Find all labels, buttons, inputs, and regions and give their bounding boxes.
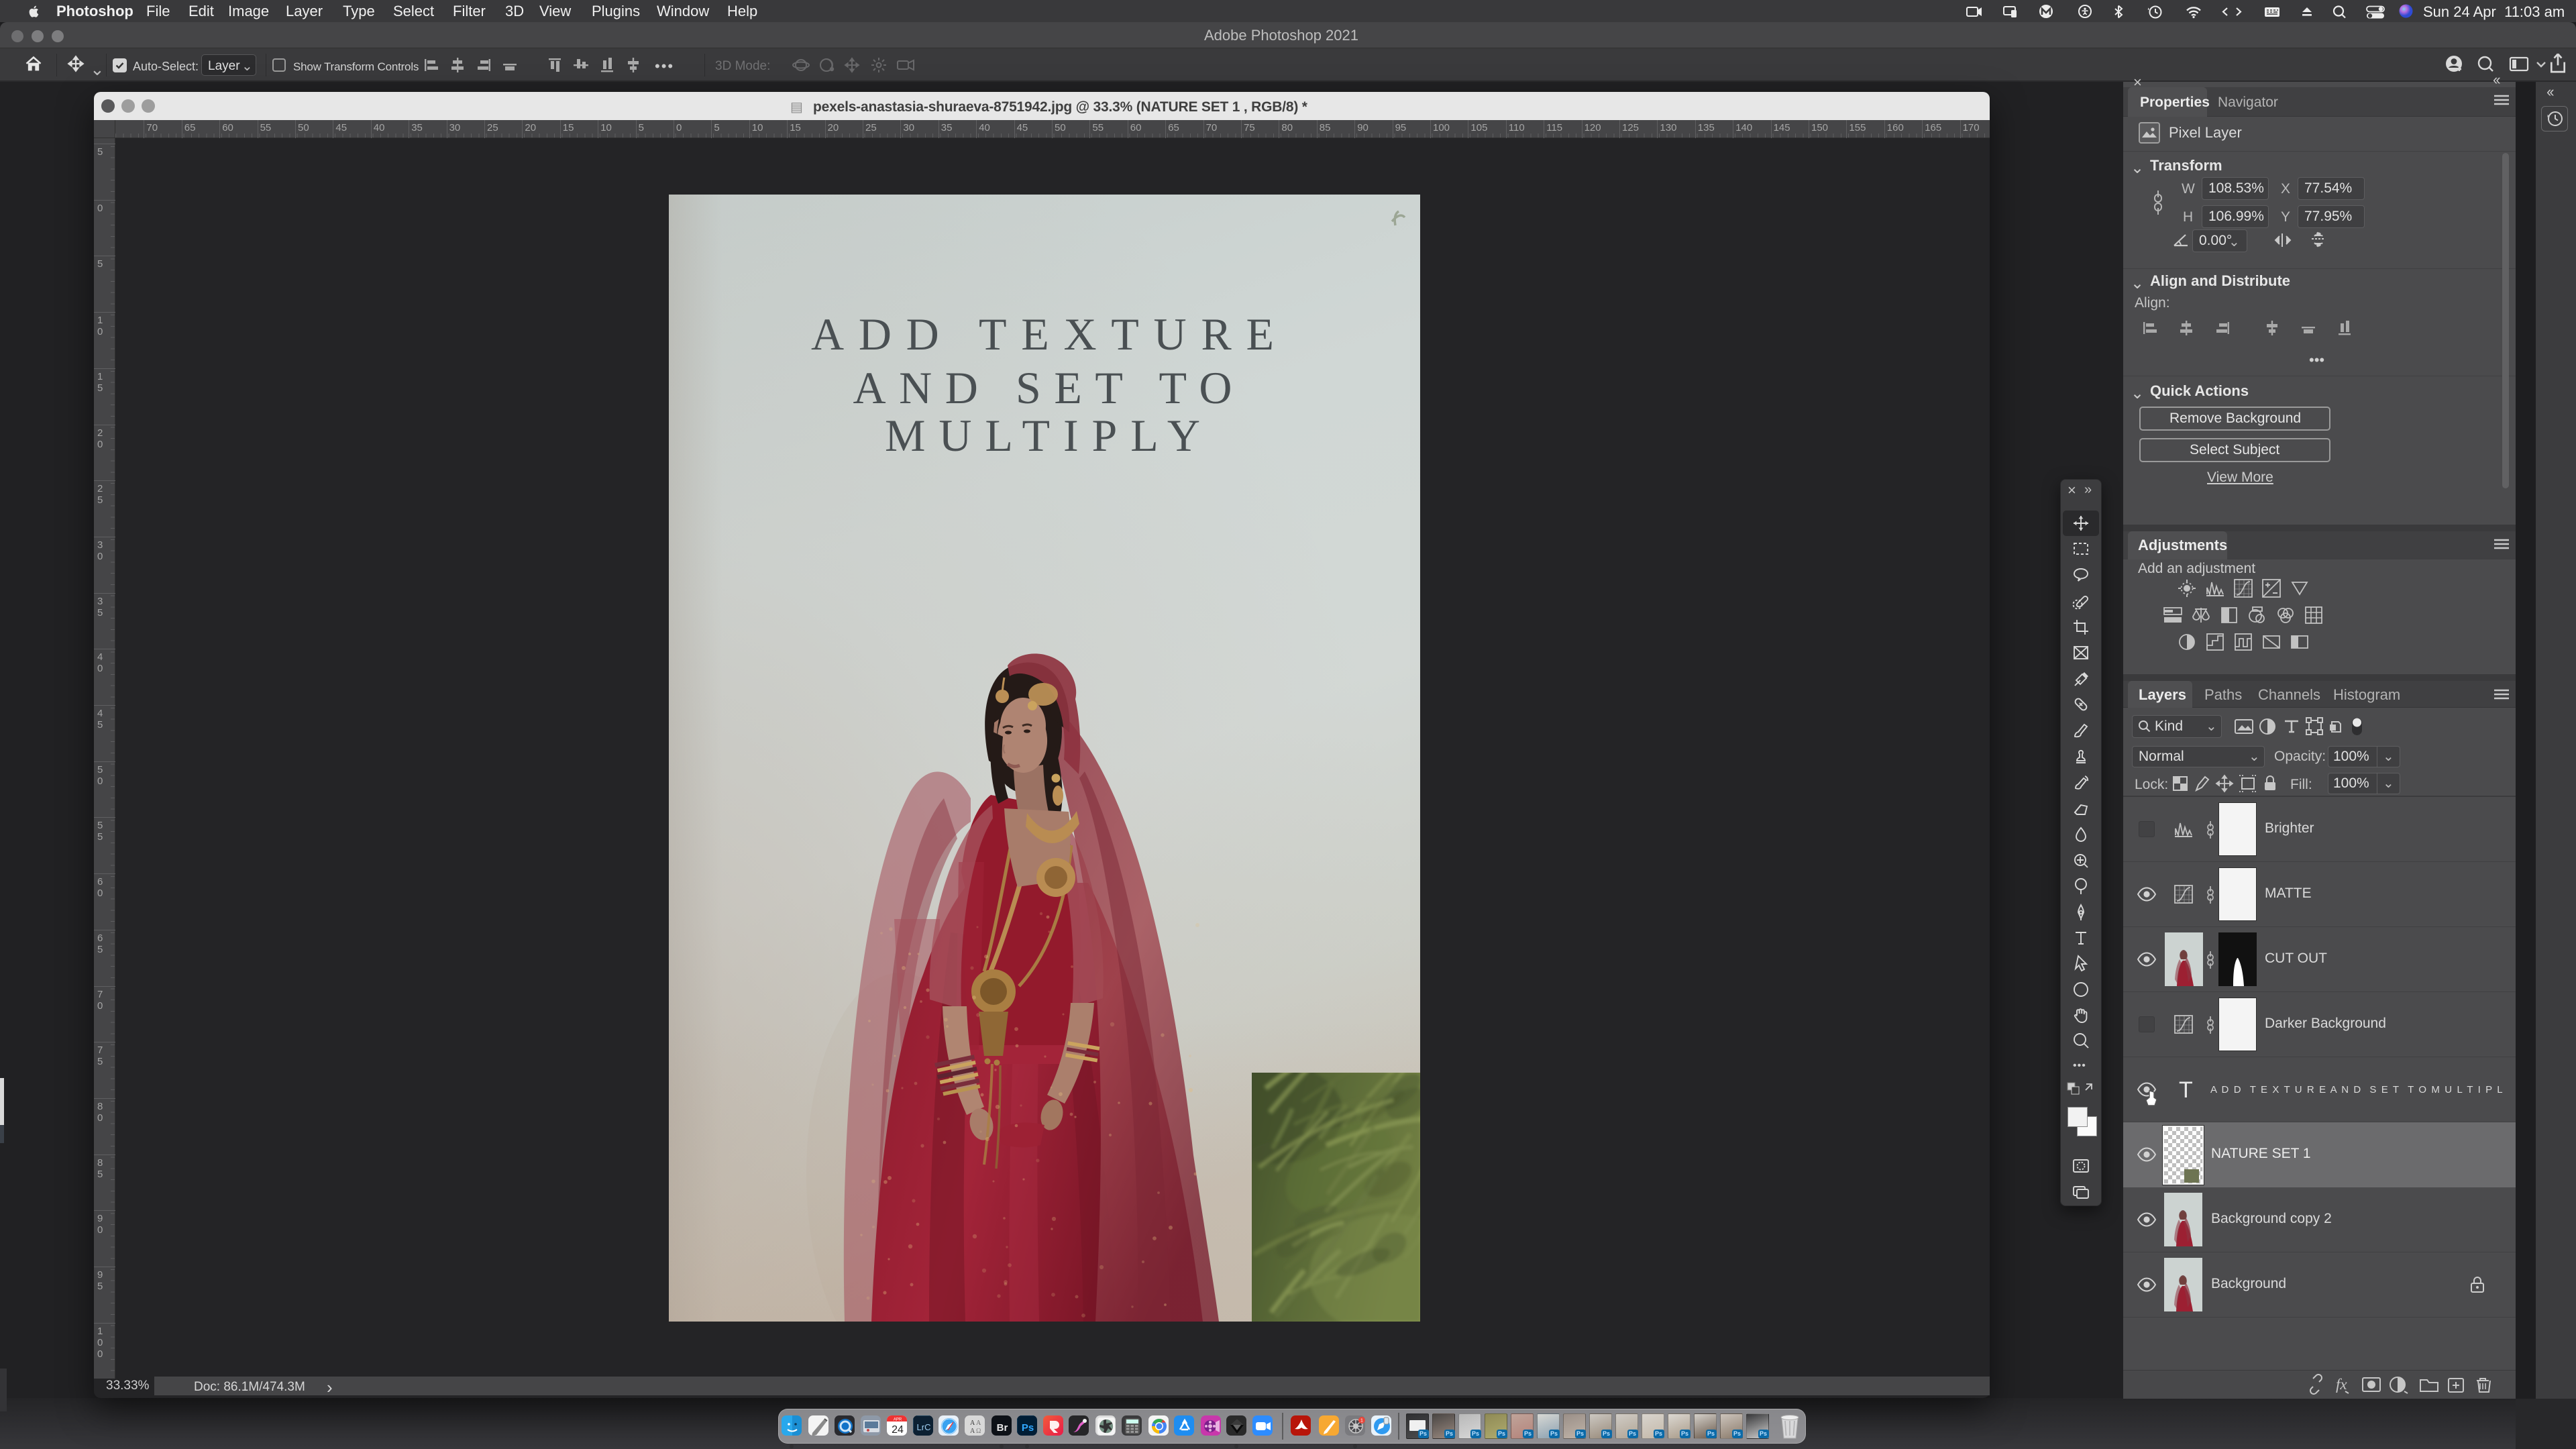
svg-text:fx: fx	[2336, 1376, 2347, 1393]
svg-text:A: A	[970, 1428, 975, 1435]
svg-text:Br: Br	[997, 1422, 1008, 1434]
svg-text:A: A	[970, 1419, 975, 1427]
svg-text:A: A	[976, 1419, 981, 1427]
svg-text:LrC: LrC	[917, 1422, 931, 1432]
svg-text:1: 1	[1360, 1419, 1363, 1424]
svg-text:Ps: Ps	[1022, 1422, 1034, 1434]
svg-text:24: 24	[892, 1424, 904, 1436]
svg-text:APR: APR	[894, 1418, 902, 1422]
svg-text:ADD TEXTURE: ADD TEXTURE	[811, 309, 1274, 360]
svg-text:Ω: Ω	[976, 1428, 981, 1435]
